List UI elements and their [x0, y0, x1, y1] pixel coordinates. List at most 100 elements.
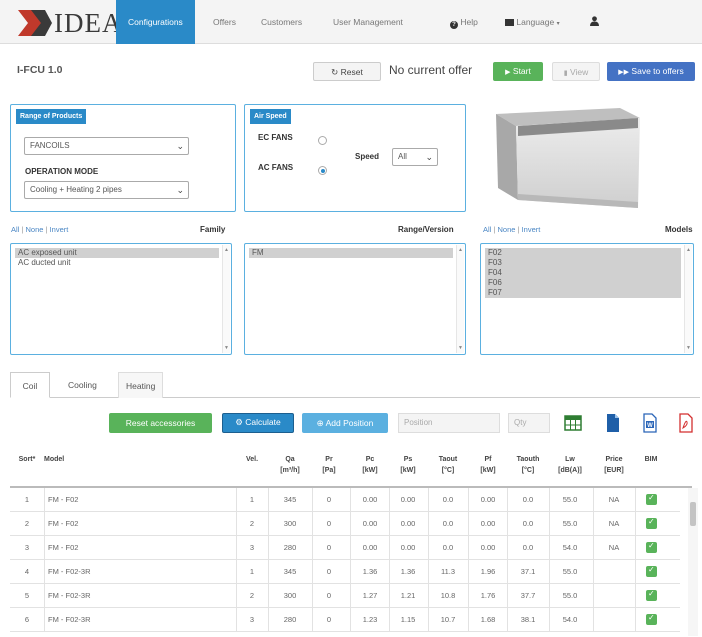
pdf-file-icon[interactable]	[677, 413, 695, 433]
family-scrollbar[interactable]: ▲ ▼	[222, 245, 230, 353]
app-root: IDEA Configurations Offers Customers Use…	[0, 0, 702, 637]
scroll-up-icon: ▲	[686, 247, 691, 253]
scroll-down-icon: ▼	[224, 345, 229, 351]
nav-user[interactable]	[590, 0, 599, 44]
table-row[interactable]: 6 FM - F02-3R 3 280 0 1.23 1.15 10.7 1.6…	[10, 608, 680, 632]
table-grid-icon[interactable]	[564, 413, 582, 433]
add-position-button[interactable]: ⊕ Add Position	[302, 413, 388, 433]
table-row[interactable]: 1 FM - F02 1 345 0 0.00 0.00 0.0 0.00 0.…	[10, 488, 680, 512]
scroll-down-icon: ▼	[458, 345, 463, 351]
bim-check-icon[interactable]	[646, 517, 657, 529]
view-button[interactable]: ▮ View	[552, 62, 600, 81]
table-row[interactable]: 4 FM - F02-3R 1 345 0 1.36 1.36 11.3 1.9…	[10, 560, 680, 584]
bim-check-icon[interactable]	[646, 589, 657, 601]
col-qa[interactable]: Qa [m³/h]	[270, 454, 310, 476]
col-pr[interactable]: Pr [Pa]	[312, 454, 346, 476]
family-filter-invert[interactable]: Invert	[50, 225, 69, 234]
col-taout[interactable]: Taout [°C]	[430, 454, 466, 476]
col-ps[interactable]: Ps [kW]	[390, 454, 426, 476]
model-item-f04[interactable]: F04	[485, 268, 681, 278]
position-input[interactable]: Position	[398, 413, 500, 433]
model-item-f03[interactable]: F03	[485, 258, 681, 268]
speed-select[interactable]: All ⌄	[392, 148, 438, 166]
tab-coil[interactable]: Coil	[10, 372, 50, 398]
col-price[interactable]: Price [EUR]	[596, 454, 632, 476]
speed-select-value: All	[398, 152, 407, 161]
bim-check-icon[interactable]	[646, 565, 657, 577]
col-lw[interactable]: Lw [dB(A)]	[550, 454, 590, 476]
range-version-listbox[interactable]: FM ▲ ▼	[244, 243, 466, 355]
col-pf[interactable]: Pf [kW]	[470, 454, 506, 476]
word-file-icon[interactable]: W	[641, 413, 659, 433]
save-to-offers-button[interactable]: ▶▶ Save to offers	[607, 62, 695, 81]
view-button-label: View	[569, 67, 589, 77]
play-icon: ▶	[505, 69, 511, 76]
tab-heating[interactable]: Heating	[118, 372, 164, 398]
bim-check-icon[interactable]	[646, 613, 657, 625]
product-select[interactable]: FANCOILS ⌄	[24, 137, 189, 155]
calculate-button[interactable]: ⚙ Calculate	[222, 413, 294, 433]
table-row[interactable]: 3 FM - F02 3 280 0 0.00 0.00 0.0 0.00 0.…	[10, 536, 680, 560]
logo-mark-icon	[18, 10, 52, 36]
col-sort[interactable]: Sort*	[12, 454, 42, 465]
speed-label: Speed	[355, 152, 380, 161]
bim-check-icon[interactable]	[646, 541, 657, 553]
nav-user-management[interactable]: User Management	[333, 0, 403, 44]
col-taouth[interactable]: Taouth [°C]	[508, 454, 548, 476]
col-bim[interactable]: BIM	[638, 454, 664, 465]
ec-fans-radio[interactable]	[318, 136, 327, 145]
operation-mode-label: OPERATION MODE	[25, 167, 99, 176]
models-scrollbar[interactable]: ▲ ▼	[684, 245, 692, 353]
family-listbox[interactable]: AC exposed unit AC ducted unit ▲ ▼	[10, 243, 232, 355]
family-item-ac-ducted[interactable]: AC ducted unit	[15, 258, 219, 268]
model-item-f06[interactable]: F06	[485, 278, 681, 288]
table-scrollbar[interactable]	[688, 488, 698, 636]
range-of-products-panel: Range of Products FANCOILS ⌄ OPERATION M…	[10, 104, 236, 212]
nav-help[interactable]: ? Help	[450, 0, 478, 44]
table-row[interactable]: 5 FM - F02-3R 2 300 0 1.27 1.21 10.8 1.7…	[10, 584, 680, 608]
gear-icon: ⚙	[235, 417, 243, 427]
calculate-button-label: Calculate	[245, 417, 281, 427]
ac-fans-label: AC FANS	[258, 163, 294, 172]
operation-mode-select[interactable]: Cooling + Heating 2 pipes ⌄	[24, 181, 189, 199]
family-filter-all[interactable]: All	[11, 225, 19, 234]
fancoil-unit-image	[496, 108, 640, 208]
quantity-input[interactable]: Qty	[508, 413, 550, 433]
table-row[interactable]: 2 FM - F02 2 300 0 0.00 0.00 0.0 0.00 0.…	[10, 512, 680, 536]
col-model[interactable]: Model	[44, 454, 84, 465]
models-listbox[interactable]: F02 F03 F04 F06 F07 ▲ ▼	[480, 243, 694, 355]
filter-separator: |	[493, 225, 496, 234]
models-filter-none[interactable]: None	[497, 225, 515, 234]
models-header: Models	[665, 225, 693, 234]
ac-fans-radio[interactable]	[318, 166, 327, 175]
model-item-f07[interactable]: F07	[485, 288, 681, 298]
family-item-ac-exposed[interactable]: AC exposed unit	[15, 248, 219, 258]
nav-help-label: Help	[460, 17, 478, 27]
reset-button[interactable]: ↻ Reset	[313, 62, 381, 81]
models-filter-all[interactable]: All	[483, 225, 491, 234]
col-pc[interactable]: Pc [kW]	[352, 454, 388, 476]
range-item-fm[interactable]: FM	[249, 248, 453, 258]
model-item-f02[interactable]: F02	[485, 248, 681, 258]
models-filter-links: All | None | Invert	[483, 225, 540, 234]
logo[interactable]: IDEA	[18, 8, 122, 38]
family-filter-links: All | None | Invert	[11, 225, 68, 234]
air-speed-panel: Air Speed EC FANS AC FANS Speed All ⌄	[244, 104, 466, 212]
start-button[interactable]: ▶ Start	[493, 62, 543, 81]
models-filter-invert[interactable]: Invert	[522, 225, 541, 234]
flag-icon	[505, 19, 514, 26]
bim-check-icon[interactable]	[646, 493, 657, 505]
range-scrollbar[interactable]: ▲ ▼	[456, 245, 464, 353]
file-icon[interactable]	[604, 413, 622, 433]
tab-cooling[interactable]: Cooling	[68, 372, 97, 398]
nav-customers[interactable]: Customers	[261, 0, 302, 44]
filter-separator: |	[517, 225, 520, 234]
table-scrollbar-thumb[interactable]	[690, 502, 696, 526]
nav-offers[interactable]: Offers	[213, 0, 236, 44]
nav-language[interactable]: Language ▾	[505, 0, 560, 44]
family-filter-none[interactable]: None	[25, 225, 43, 234]
nav-configurations[interactable]: Configurations	[116, 0, 195, 44]
col-vel[interactable]: Vel.	[238, 454, 266, 465]
help-icon: ?	[450, 21, 458, 29]
reset-accessories-button[interactable]: Reset accessories	[109, 413, 212, 433]
